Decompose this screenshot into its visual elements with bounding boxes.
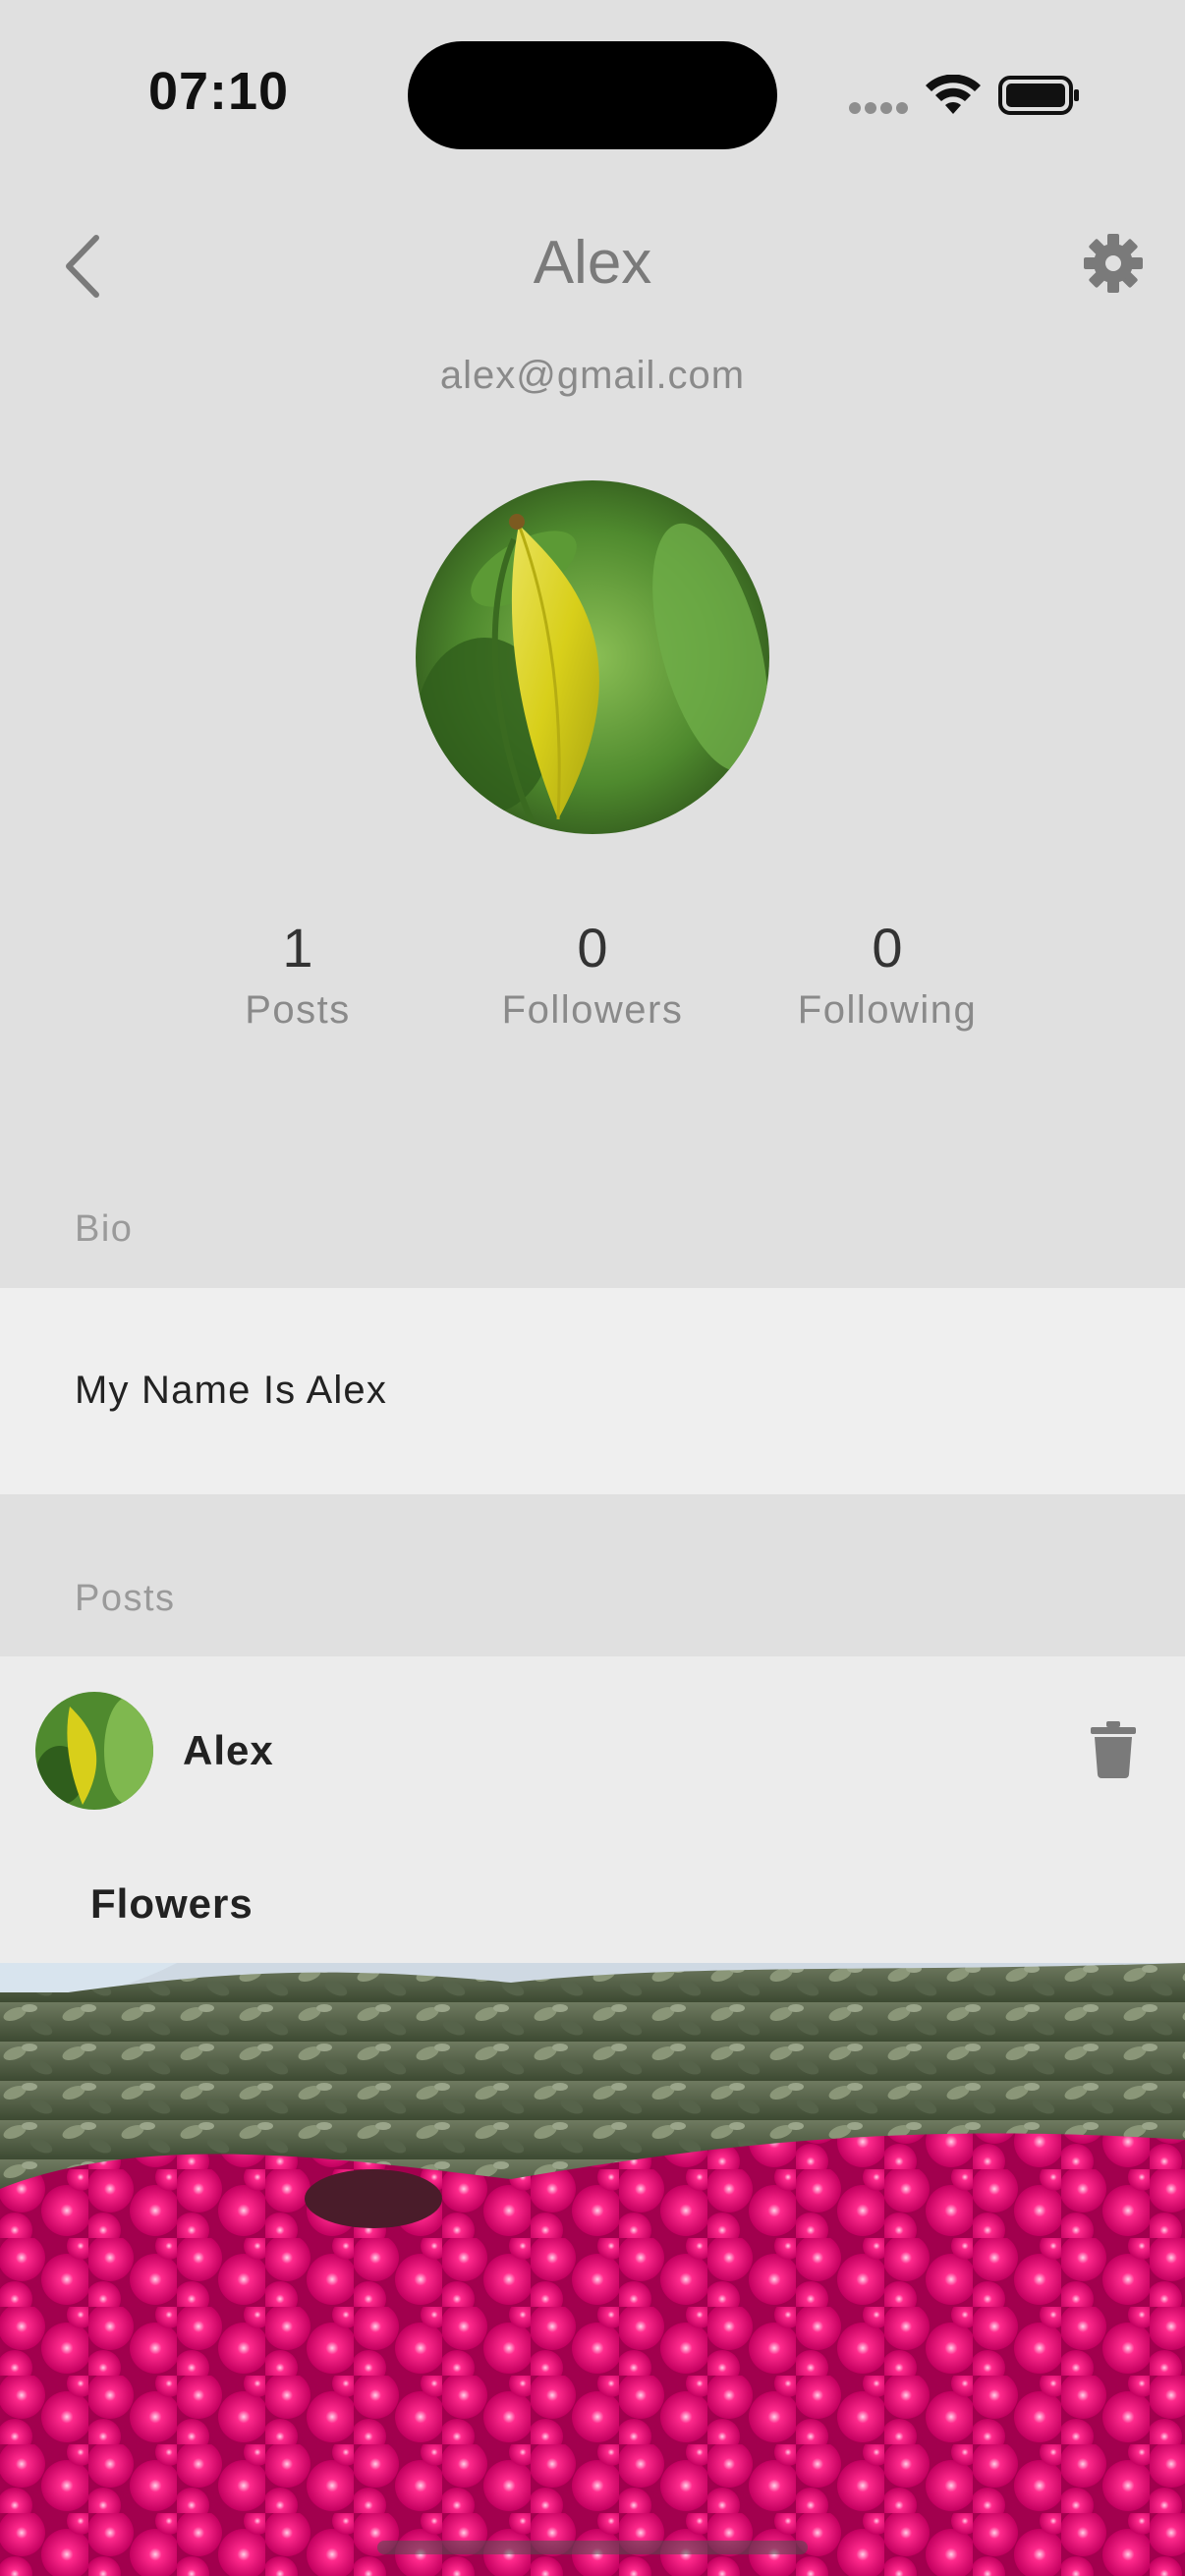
status-time: 07:10 [147, 62, 290, 121]
dynamic-island [408, 41, 777, 149]
profile-email: alex@gmail.com [439, 354, 746, 397]
wifi-icon [926, 75, 981, 114]
post-author-avatar[interactable] [35, 1692, 153, 1810]
post-author-name[interactable]: Alex [183, 1727, 274, 1774]
bio-section-label: Bio [75, 1208, 134, 1250]
stat-followers-value: 0 [577, 917, 608, 979]
stat-posts-label: Posts [245, 988, 351, 1032]
posts-section-label: Posts [75, 1578, 176, 1619]
profile-name-title: Alex [533, 229, 652, 297]
stat-following[interactable]: 0 Following [740, 914, 1035, 1033]
stat-following-value: 0 [872, 917, 903, 979]
stat-posts-value: 1 [282, 917, 313, 979]
stat-followers-label: Followers [501, 988, 684, 1032]
delete-trash-icon[interactable] [1091, 1721, 1136, 1778]
profile-avatar[interactable] [416, 480, 769, 834]
stat-followers[interactable]: 0 Followers [445, 914, 740, 1033]
settings-gear-icon[interactable] [1083, 233, 1144, 294]
post-image[interactable] [0, 1963, 1185, 2576]
home-indicator[interactable] [377, 2541, 808, 2554]
post-caption: Flowers [90, 1880, 254, 1927]
battery-icon [998, 76, 1079, 115]
bio-text: My Name Is Alex [75, 1369, 388, 1412]
stat-following-label: Following [797, 988, 978, 1032]
stat-posts[interactable]: 1 Posts [150, 914, 445, 1033]
